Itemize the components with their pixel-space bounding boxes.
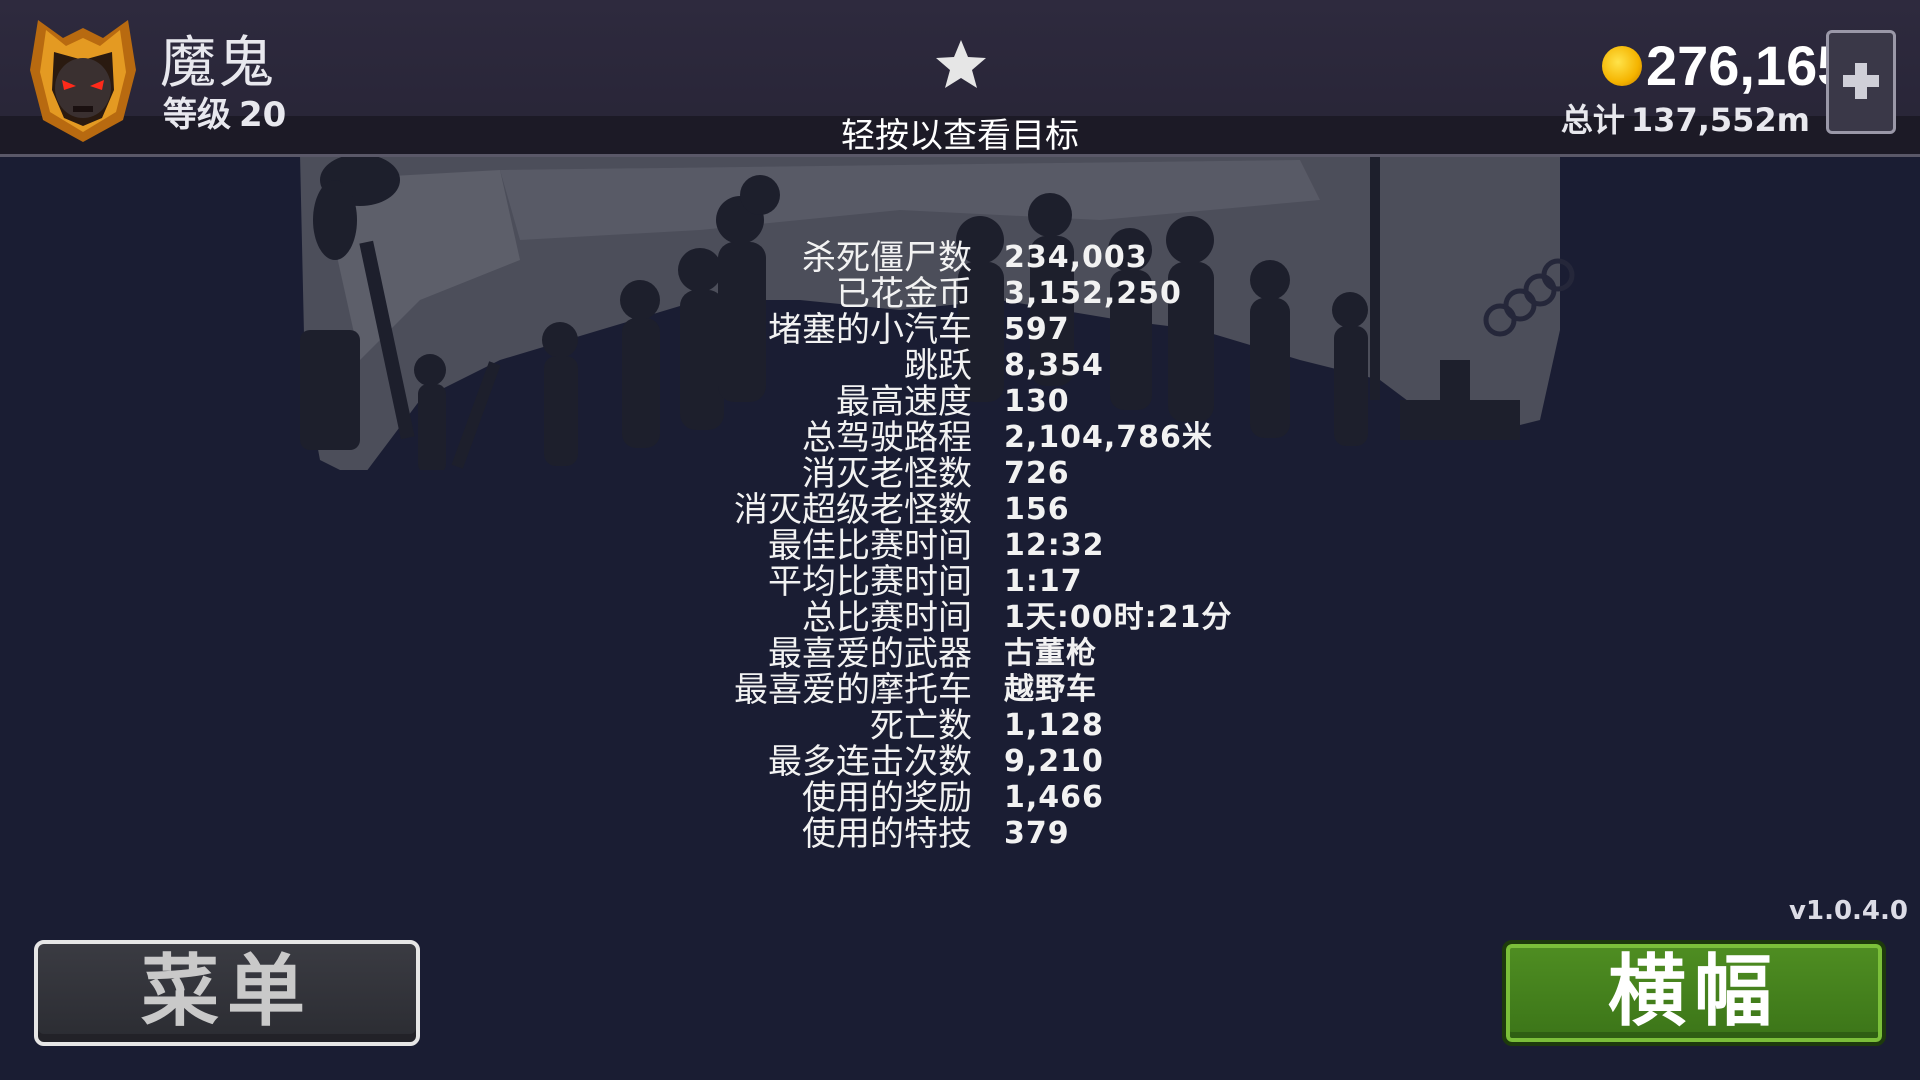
stat-row: 死亡数 1,128 — [0, 708, 1920, 744]
stat-label: 使用的奖励 — [802, 778, 972, 818]
plus-icon — [1843, 63, 1879, 99]
stat-label: 最喜爱的摩托车 — [734, 670, 972, 710]
stat-label: 总比赛时间 — [802, 598, 972, 638]
stat-row: 最喜爱的摩托车 越野车 — [0, 672, 1920, 708]
stat-value: 8,354 — [1004, 348, 1104, 383]
stat-label: 死亡数 — [870, 706, 972, 746]
stat-value: 726 — [1004, 456, 1070, 491]
stat-label: 消灭老怪数 — [802, 454, 972, 494]
total-label: 总计 — [1560, 101, 1625, 139]
stat-value: 1,466 — [1004, 780, 1104, 815]
stat-row: 最喜爱的武器 古董枪 — [0, 636, 1920, 672]
stat-label: 已花金币 — [836, 274, 972, 314]
stat-row: 最高速度 130 — [0, 384, 1920, 420]
stat-label: 堵塞的小汽车 — [768, 310, 972, 350]
stat-value: 156 — [1004, 492, 1070, 527]
stat-value: 古董枪 — [1004, 636, 1097, 671]
stat-value: 130 — [1004, 384, 1070, 419]
stat-value: 2,104,786米 — [1004, 420, 1213, 455]
stat-row: 堵塞的小汽车 597 — [0, 312, 1920, 348]
stat-label: 消灭超级老怪数 — [734, 490, 972, 530]
stat-row: 最多连击次数 9,210 — [0, 744, 1920, 780]
stat-row: 最佳比赛时间 12:32 — [0, 528, 1920, 564]
stat-value: 12:32 — [1004, 528, 1105, 563]
stat-label: 跳跃 — [904, 346, 972, 386]
stat-row: 平均比赛时间 1:17 — [0, 564, 1920, 600]
stat-row: 消灭超级老怪数 156 — [0, 492, 1920, 528]
stat-value: 234,003 — [1004, 240, 1148, 275]
add-coins-button[interactable] — [1826, 30, 1896, 134]
stat-value: 越野车 — [1004, 672, 1097, 707]
stat-value: 597 — [1004, 312, 1070, 347]
stat-value: 3,152,250 — [1004, 276, 1182, 311]
stat-label: 最多连击次数 — [768, 742, 972, 782]
total-distance: 总计 137,552m — [1555, 100, 1810, 140]
stat-label: 最喜爱的武器 — [768, 634, 972, 674]
player-name: 魔鬼 — [160, 31, 276, 96]
stat-row: 已花金币 3,152,250 — [0, 276, 1920, 312]
coin-icon — [1602, 46, 1642, 86]
stat-row: 使用的奖励 1,466 — [0, 780, 1920, 816]
stat-value: 1,128 — [1004, 708, 1104, 743]
version-label: v1.0.4.0 — [1789, 896, 1908, 926]
stat-label: 最高速度 — [836, 382, 972, 422]
stat-label: 最佳比赛时间 — [768, 526, 972, 566]
stat-value: 379 — [1004, 816, 1070, 851]
stat-label: 平均比赛时间 — [768, 562, 972, 602]
stat-row: 杀死僵尸数 234,003 — [0, 240, 1920, 276]
stat-row: 总驾驶路程 2,104,786米 — [0, 420, 1920, 456]
stat-row: 总比赛时间 1天:00时:21分 — [0, 600, 1920, 636]
stat-value: 1天:00时:21分 — [1004, 600, 1233, 635]
stat-label: 杀死僵尸数 — [802, 238, 972, 278]
coin-balance: 276,165 — [1646, 34, 1849, 97]
banner-button[interactable]: 横幅 — [1502, 940, 1886, 1046]
stat-row: 消灭老怪数 726 — [0, 456, 1920, 492]
total-value: 137,552m — [1630, 101, 1810, 139]
stat-label: 使用的特技 — [802, 814, 972, 854]
stat-value: 9,210 — [1004, 744, 1104, 779]
menu-button[interactable]: 菜单 — [34, 940, 420, 1046]
stat-label: 总驾驶路程 — [802, 418, 972, 458]
stat-row: 使用的特技 379 — [0, 816, 1920, 852]
stat-row: 跳跃 8,354 — [0, 348, 1920, 384]
star-icon[interactable] — [932, 36, 990, 94]
stat-value: 1:17 — [1004, 564, 1083, 599]
